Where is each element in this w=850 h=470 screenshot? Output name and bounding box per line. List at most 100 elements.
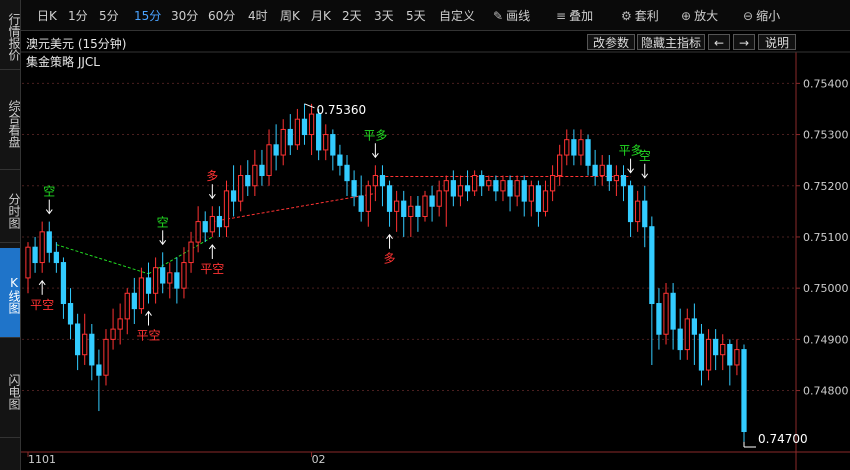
sidebar-item-2[interactable]: 分时图 (0, 175, 21, 243)
period-11[interactable]: 5天 (406, 7, 426, 24)
candle-body (684, 318, 690, 351)
sidebar-item-4[interactable]: 闪电图 (0, 343, 21, 438)
period-3[interactable]: 15分 (134, 7, 161, 24)
period-9[interactable]: 2天 (342, 7, 362, 24)
candle-body (599, 164, 605, 177)
help-button[interactable]: 说明 (758, 34, 796, 50)
candle-body (230, 190, 237, 202)
high-pointer (304, 103, 315, 109)
tool-gear-button[interactable]: ⚙ 套利 (621, 7, 659, 24)
candle-body (53, 251, 59, 264)
candle-body (443, 180, 449, 192)
signal-label: 空 (43, 185, 55, 199)
signal-label: 平多 (619, 144, 643, 158)
signal-arrowhead (208, 244, 216, 250)
layers-icon: ≡ (556, 9, 567, 23)
candle-body (74, 323, 81, 356)
period-7[interactable]: 周K (280, 7, 300, 24)
signal-arrowhead (386, 233, 393, 240)
candle-body (337, 154, 343, 166)
tool-zoom-in-button[interactable]: ⊕ 放大 (681, 7, 718, 24)
candle-body (479, 175, 485, 187)
candle-body (394, 200, 400, 212)
period-1[interactable]: 1分 (68, 7, 88, 24)
candle-body (273, 144, 279, 156)
candle-body (216, 215, 223, 228)
candle-body (549, 175, 556, 192)
candle-body (252, 164, 258, 187)
pencil-icon: ✎ (493, 9, 504, 23)
signal-label: 空 (639, 149, 651, 163)
candle-body (464, 185, 471, 192)
period-0[interactable]: 日K (37, 7, 57, 24)
candle-body (528, 185, 534, 202)
candle-body (698, 333, 705, 371)
signal-arrowhead (38, 279, 46, 286)
y-tick-label: 0.74900 (803, 333, 849, 346)
candle-body (365, 185, 371, 212)
candle-body (486, 180, 492, 187)
candle-body (450, 180, 456, 197)
signal-arrowhead (45, 209, 53, 215)
candle-body (507, 180, 513, 197)
candle-body (656, 303, 662, 335)
candle-body (557, 154, 563, 177)
candle-body (195, 221, 201, 243)
x-tick-label: 1101 (28, 453, 56, 466)
candle-body (60, 262, 67, 305)
period-12[interactable]: 自定义 (439, 7, 475, 24)
hide-indicator-button[interactable]: 隐藏主指标 (637, 34, 705, 50)
candle-body (677, 328, 683, 351)
high-price-label: 0.75360 (316, 103, 366, 117)
candle-body (727, 343, 733, 366)
signal-label: 多 (384, 252, 396, 266)
candle-body (408, 205, 414, 217)
candle-body (663, 292, 669, 335)
trend-line (148, 236, 213, 275)
sidebar-item-1[interactable]: 综合看盘 (0, 75, 21, 170)
y-tick-label: 0.75200 (803, 180, 849, 193)
tool-pencil-button[interactable]: ✎ 画线 (493, 7, 530, 24)
period-2[interactable]: 5分 (99, 7, 119, 24)
candle-body (202, 221, 208, 233)
candle-body (457, 185, 464, 197)
candle-body (301, 118, 308, 136)
candle-body (266, 144, 272, 177)
sidebar-item-3[interactable]: K线图 (0, 248, 21, 338)
candle-body (514, 180, 520, 197)
tool-zoom-out-button[interactable]: ⊖ 缩小 (743, 7, 780, 24)
symbol-title: 澳元美元 (15分钟) (26, 37, 127, 51)
period-4[interactable]: 30分 (171, 7, 198, 24)
candle-body (46, 231, 52, 253)
scroll-left-button[interactable]: ← (708, 34, 730, 50)
signal-label: 平多 (363, 128, 387, 142)
candle-body (521, 180, 527, 202)
candle-body (422, 195, 428, 217)
signal-arrowhead (627, 168, 634, 174)
candle-body (493, 180, 499, 192)
y-tick-label: 0.75100 (803, 231, 849, 244)
candle-body (174, 272, 180, 289)
candle-body (323, 134, 329, 151)
strategy-label: 集金策略 JJCL (26, 55, 100, 69)
candle-body (259, 164, 265, 177)
sidebar-item-0[interactable]: 行情报价 (0, 0, 21, 70)
candle-body (67, 303, 74, 325)
candle-body (280, 128, 286, 156)
period-6[interactable]: 4时 (248, 7, 268, 24)
period-8[interactable]: 月K (311, 7, 331, 24)
period-5[interactable]: 60分 (208, 7, 235, 24)
candle-body (330, 134, 336, 156)
period-10[interactable]: 3天 (374, 7, 394, 24)
candle-body (592, 164, 598, 177)
edit-params-button[interactable]: 改参数 (587, 34, 635, 50)
candle-body (606, 164, 612, 182)
tool-layers-button[interactable]: ≡ 叠加 (556, 7, 593, 24)
scroll-right-button[interactable]: → (733, 34, 755, 50)
tool-label: 套利 (634, 9, 659, 23)
candle-body (344, 164, 350, 182)
candle-body (429, 195, 435, 207)
candle-body (564, 139, 570, 156)
signal-label: 多 (206, 169, 218, 183)
zoom-in-icon: ⊕ (681, 9, 692, 23)
